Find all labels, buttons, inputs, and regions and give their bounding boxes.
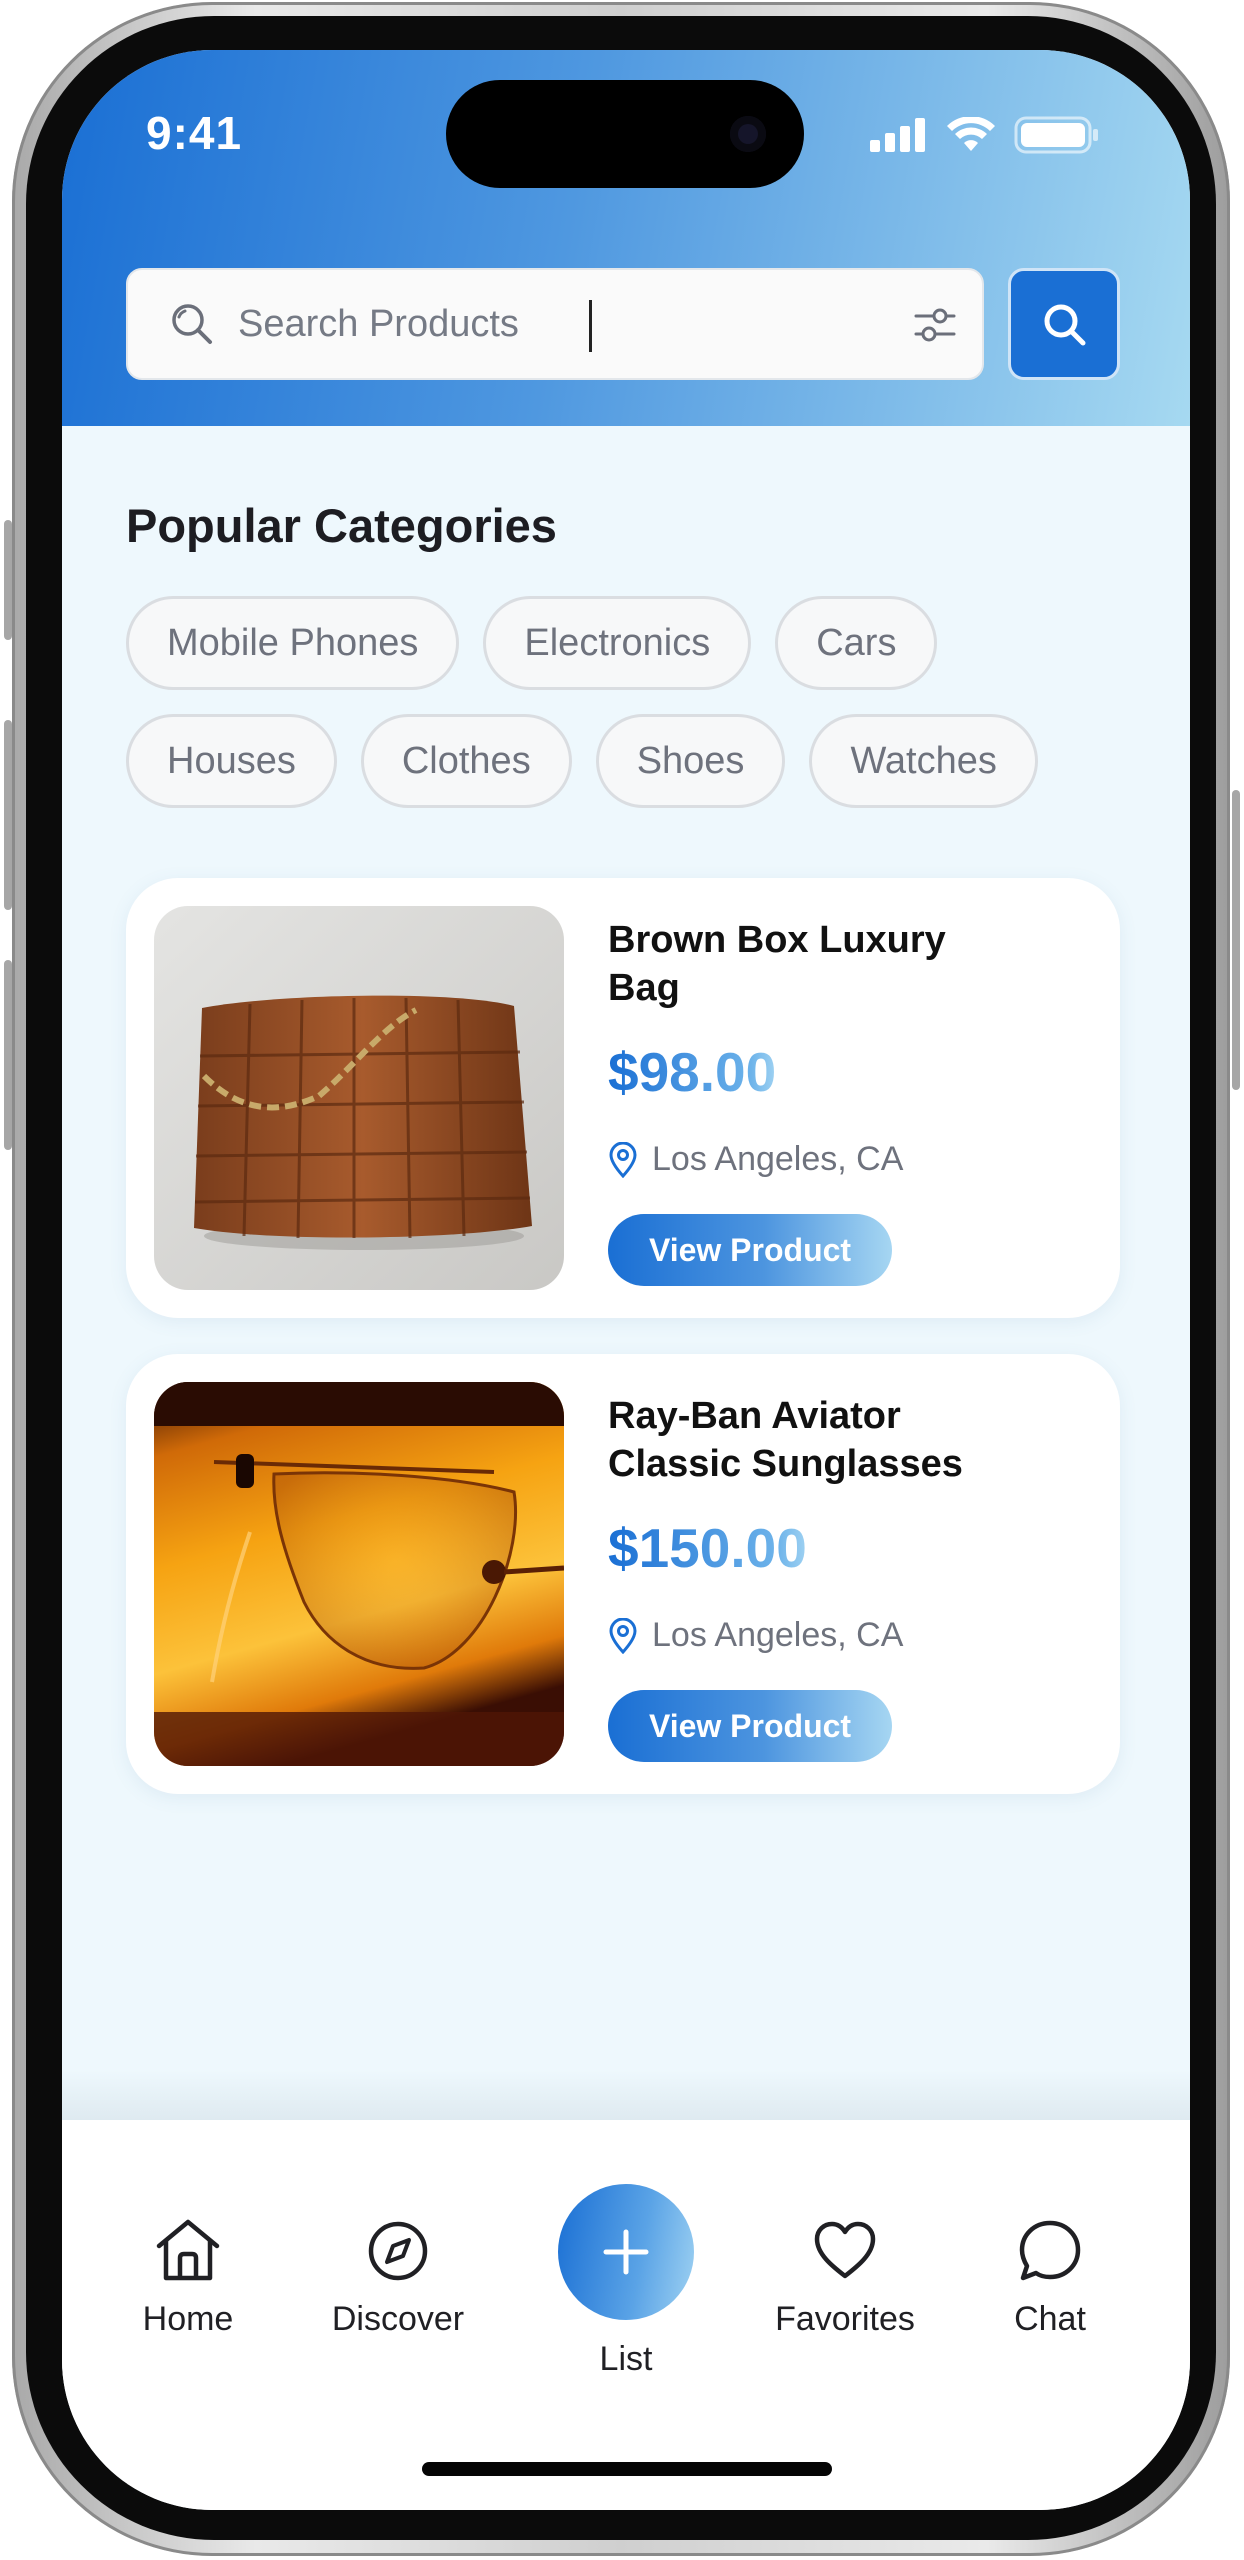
heart-icon [814, 2221, 876, 2279]
location-text: Los Angeles, CA [652, 1616, 904, 1654]
search-bar[interactable] [126, 268, 984, 380]
search-icon [1044, 304, 1086, 346]
section-title-popular-categories: Popular Categories [126, 499, 557, 552]
category-chip-shoes[interactable]: Shoes [595, 714, 786, 808]
text-caret [589, 300, 592, 352]
category-chip-clothes[interactable]: Clothes [360, 714, 572, 808]
category-chips: Mobile Phones Electronics Cars Houses Cl… [126, 596, 1136, 832]
status-time: 9:41 [146, 107, 243, 159]
compass-icon [368, 2221, 428, 2281]
product-price: $150.00 [608, 1517, 807, 1579]
category-chip-electronics[interactable]: Electronics [483, 596, 752, 690]
product-image-bag[interactable] [154, 906, 564, 1290]
home-indicator[interactable] [422, 2462, 832, 2476]
product-card[interactable]: Brown Box Luxury Bag $98.00 Los Angeles,… [126, 878, 1120, 1318]
camera-icon [730, 116, 766, 152]
nav-item-home[interactable]: Home [128, 2216, 248, 2339]
signal-icon [870, 118, 925, 152]
search-button[interactable] [1008, 268, 1120, 380]
nav-item-list[interactable]: List [558, 2184, 694, 2379]
product-title[interactable]: Ray-Ban Aviator Classic Sunglasses [608, 1392, 1008, 1488]
product-card[interactable]: Ray-Ban Aviator Classic Sunglasses $150.… [126, 1354, 1120, 1794]
category-chip-houses[interactable]: Houses [126, 714, 337, 808]
location-pin-icon [609, 1617, 637, 1654]
category-chip-watches[interactable]: Watches [809, 714, 1038, 808]
search-icon [168, 300, 216, 353]
view-product-button[interactable]: View Product [608, 1214, 892, 1286]
category-chip-cars[interactable]: Cars [775, 596, 938, 690]
plus-icon [603, 2229, 649, 2275]
product-price: $98.00 [608, 1041, 777, 1103]
view-product-button[interactable]: View Product [608, 1690, 892, 1762]
search-input[interactable] [238, 296, 858, 352]
app-screen: 9:41 Search Products Popular Categories … [62, 50, 1190, 2510]
location-text: Los Angeles, CA [652, 1140, 904, 1178]
product-location: Los Angeles, CA [608, 1616, 903, 1655]
product-location: Los Angeles, CA [608, 1140, 903, 1179]
location-pin-icon [609, 1141, 637, 1178]
nav-item-discover[interactable]: Discover [318, 2216, 478, 2339]
dynamic-island [446, 80, 804, 188]
nav-item-chat[interactable]: Chat [990, 2216, 1110, 2339]
nav-item-favorites[interactable]: Favorites [760, 2216, 930, 2339]
chat-bubble-icon [1019, 2220, 1081, 2281]
header: 9:41 [62, 50, 1190, 426]
add-listing-button[interactable] [558, 2184, 694, 2320]
product-image-sunglasses[interactable] [154, 1382, 564, 1766]
wifi-icon [947, 117, 995, 151]
nav-label-chat: Chat [1014, 2300, 1086, 2338]
volume-down-button [4, 960, 12, 1150]
nav-label-home: Home [142, 2300, 234, 2338]
action-button [4, 520, 12, 640]
category-chip-mobile-phones[interactable]: Mobile Phones [126, 596, 460, 690]
status-icons [870, 116, 1100, 154]
nav-label-discover: Discover [331, 2300, 465, 2338]
battery-icon [1014, 116, 1098, 154]
filter-icon[interactable] [912, 302, 958, 353]
nav-label-favorites: Favorites [775, 2300, 915, 2338]
volume-up-button [4, 720, 12, 910]
home-icon [156, 2219, 220, 2281]
bottom-nav: Home Discover List Favorites Chat [62, 2120, 1190, 2510]
nav-label-list: List [599, 2340, 653, 2378]
power-button [1232, 790, 1240, 1090]
product-title[interactable]: Brown Box Luxury Bag [608, 916, 1008, 1012]
